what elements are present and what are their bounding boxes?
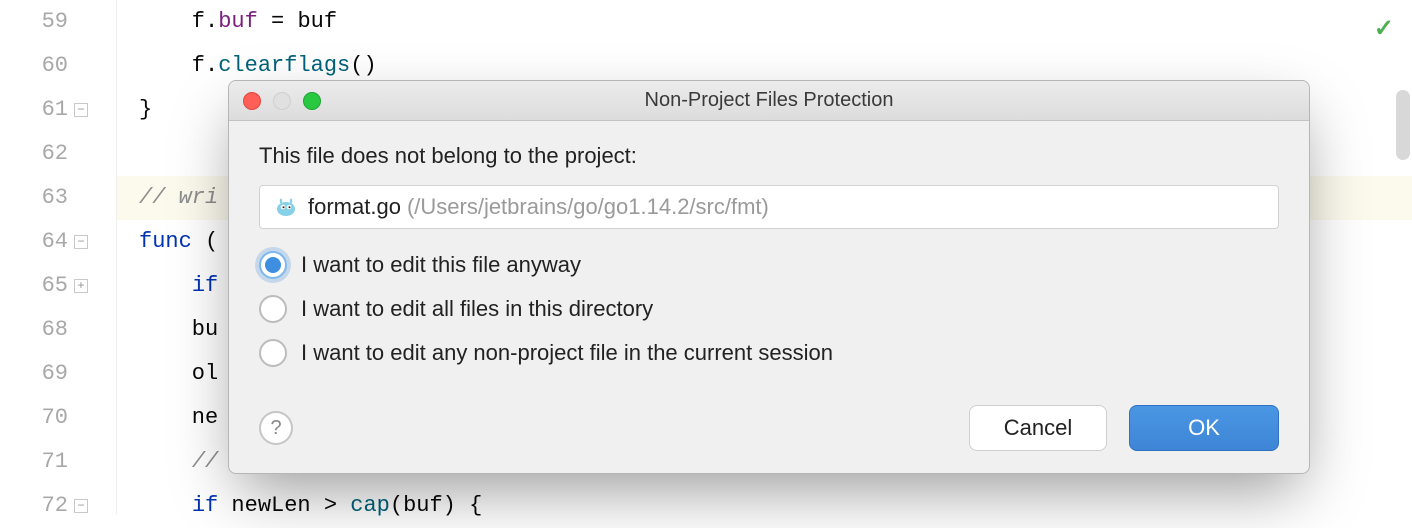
radio-button[interactable] (259, 251, 287, 279)
line-number: 61− (0, 88, 68, 132)
inspection-ok-icon[interactable]: ✓ (1374, 14, 1394, 43)
line-number: 71 (0, 440, 68, 484)
radio-button[interactable] (259, 295, 287, 323)
file-path: (/Users/jetbrains/go/go1.14.2/src/fmt) (407, 194, 769, 220)
option-1[interactable]: I want to edit all files in this directo… (259, 295, 1279, 323)
gutter: 596061−626364−65+6869707172− (0, 0, 117, 514)
dialog-titlebar[interactable]: Non-Project Files Protection (229, 81, 1309, 121)
line-number: 65+ (0, 264, 68, 308)
file-path-box: format.go (/Users/jetbrains/go/go1.14.2/… (259, 185, 1279, 229)
radio-button[interactable] (259, 339, 287, 367)
option-0[interactable]: I want to edit this file anyway (259, 251, 1279, 279)
options-group: I want to edit this file anyway I want to… (259, 251, 1279, 367)
fold-collapse-icon[interactable]: − (74, 235, 88, 249)
line-number: 64− (0, 220, 68, 264)
dialog-footer: ? Cancel OK (229, 387, 1309, 473)
line-number: 70 (0, 396, 68, 440)
code-line[interactable]: if newLen > cap(buf) { (139, 484, 1412, 528)
help-button[interactable]: ? (259, 411, 293, 445)
fold-collapse-icon[interactable]: − (74, 499, 88, 513)
fold-expand-icon[interactable]: + (74, 279, 88, 293)
line-number: 63 (0, 176, 68, 220)
fold-collapse-icon[interactable]: − (74, 103, 88, 117)
line-number: 59 (0, 0, 68, 44)
code-line[interactable]: f.buf = buf (139, 0, 1412, 44)
go-file-icon (274, 195, 298, 219)
dialog-prompt: This file does not belong to the project… (259, 143, 1279, 169)
cancel-button[interactable]: Cancel (969, 405, 1107, 451)
line-number: 68 (0, 308, 68, 352)
line-number: 69 (0, 352, 68, 396)
scrollbar-thumb[interactable] (1396, 90, 1410, 160)
option-label: I want to edit any non-project file in t… (301, 340, 833, 366)
line-number: 60 (0, 44, 68, 88)
file-name: format.go (308, 194, 401, 220)
line-number: 72− (0, 484, 68, 528)
option-label: I want to edit this file anyway (301, 252, 581, 278)
protection-dialog: Non-Project Files Protection This file d… (228, 80, 1310, 474)
dialog-body: This file does not belong to the project… (229, 121, 1309, 387)
option-2[interactable]: I want to edit any non-project file in t… (259, 339, 1279, 367)
line-number: 62 (0, 132, 68, 176)
dialog-title: Non-Project Files Protection (229, 89, 1309, 112)
option-label: I want to edit all files in this directo… (301, 296, 653, 322)
ok-button[interactable]: OK (1129, 405, 1279, 451)
